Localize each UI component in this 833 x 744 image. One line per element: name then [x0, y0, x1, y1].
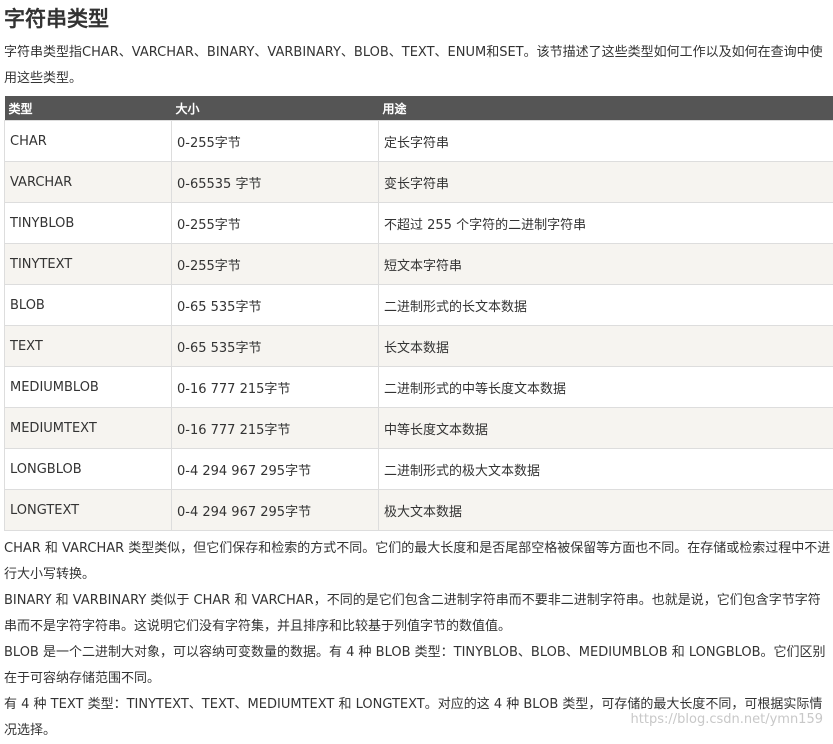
table-row: TINYTEXT 0-255字节 短文本字符串 — [5, 244, 833, 285]
table-header-row: 类型 大小 用途 — [5, 96, 833, 121]
cell-size: 0-4 294 967 295字节 — [172, 449, 379, 490]
table-row: MEDIUMBLOB 0-16 777 215字节 二进制形式的中等长度文本数据 — [5, 367, 833, 408]
watermark: https://blog.csdn.net/ymn159 — [631, 712, 823, 727]
cell-size: 0-65 535字节 — [172, 285, 379, 326]
table-row: LONGTEXT 0-4 294 967 295字节 极大文本数据 — [5, 490, 833, 531]
cell-size: 0-255字节 — [172, 121, 379, 162]
cell-usage: 短文本字符串 — [379, 244, 833, 285]
page-title: 字符串类型 — [4, 4, 109, 34]
cell-usage: 极大文本数据 — [379, 490, 833, 531]
cell-usage: 二进制形式的中等长度文本数据 — [379, 367, 833, 408]
cell-size: 0-255字节 — [172, 203, 379, 244]
cell-type: TINYBLOB — [5, 203, 172, 244]
cell-size: 0-65 535字节 — [172, 326, 379, 367]
note-binary-varbinary: BINARY 和 VARBINARY 类似于 CHAR 和 VARCHAR，不同… — [4, 588, 833, 640]
table-row: VARCHAR 0-65535 字节 变长字符串 — [5, 162, 833, 203]
cell-type: TEXT — [5, 326, 172, 367]
header-type: 类型 — [5, 96, 172, 121]
cell-usage: 二进制形式的长文本数据 — [379, 285, 833, 326]
cell-type: BLOB — [5, 285, 172, 326]
table-row: TEXT 0-65 535字节 长文本数据 — [5, 326, 833, 367]
table-row: BLOB 0-65 535字节 二进制形式的长文本数据 — [5, 285, 833, 326]
table-row: TINYBLOB 0-255字节 不超过 255 个字符的二进制字符串 — [5, 203, 833, 244]
table-row: MEDIUMTEXT 0-16 777 215字节 中等长度文本数据 — [5, 408, 833, 449]
cell-size: 0-255字节 — [172, 244, 379, 285]
cell-usage: 中等长度文本数据 — [379, 408, 833, 449]
cell-usage: 不超过 255 个字符的二进制字符串 — [379, 203, 833, 244]
string-types-table: 类型 大小 用途 CHAR 0-255字节 定长字符串 VARCHAR 0-65… — [4, 96, 833, 531]
cell-usage: 变长字符串 — [379, 162, 833, 203]
cell-type: LONGBLOB — [5, 449, 172, 490]
cell-type: MEDIUMTEXT — [5, 408, 172, 449]
cell-type: TINYTEXT — [5, 244, 172, 285]
cell-type: MEDIUMBLOB — [5, 367, 172, 408]
cell-size: 0-4 294 967 295字节 — [172, 490, 379, 531]
cell-usage: 长文本数据 — [379, 326, 833, 367]
cell-type: LONGTEXT — [5, 490, 172, 531]
cell-usage: 二进制形式的极大文本数据 — [379, 449, 833, 490]
table-row: LONGBLOB 0-4 294 967 295字节 二进制形式的极大文本数据 — [5, 449, 833, 490]
cell-type: VARCHAR — [5, 162, 172, 203]
cell-size: 0-16 777 215字节 — [172, 367, 379, 408]
table-row: CHAR 0-255字节 定长字符串 — [5, 121, 833, 162]
cell-size: 0-65535 字节 — [172, 162, 379, 203]
header-size: 大小 — [172, 96, 379, 121]
note-char-varchar: CHAR 和 VARCHAR 类型类似，但它们保存和检索的方式不同。它们的最大长… — [4, 536, 833, 588]
cell-usage: 定长字符串 — [379, 121, 833, 162]
intro-paragraph: 字符串类型指CHAR、VARCHAR、BINARY、VARBINARY、BLOB… — [4, 40, 833, 92]
cell-size: 0-16 777 215字节 — [172, 408, 379, 449]
header-usage: 用途 — [379, 96, 833, 121]
note-blob: BLOB 是一个二进制大对象，可以容纳可变数量的数据。有 4 种 BLOB 类型… — [4, 640, 833, 692]
cell-type: CHAR — [5, 121, 172, 162]
